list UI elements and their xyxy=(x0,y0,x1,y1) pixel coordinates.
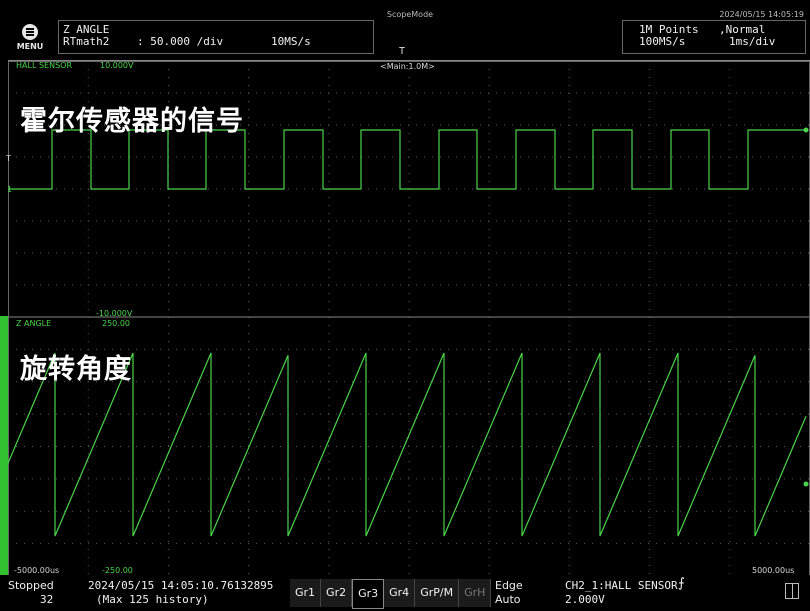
time-per-div: 1ms/div xyxy=(729,35,776,48)
history-max: (Max 125 history) xyxy=(96,593,209,606)
run-state[interactable]: Stopped xyxy=(8,579,54,592)
channel-info-box[interactable]: Z ANGLE RTmath2 : 50.000 /div 10MS/s xyxy=(58,20,374,54)
ch2-selected-bar[interactable] xyxy=(0,316,8,575)
tab-grh[interactable]: GrH xyxy=(459,579,492,607)
trigger-source[interactable]: CH2_1:HALL SENSOR xyxy=(565,579,678,592)
trigger-level[interactable]: 2.000V xyxy=(565,593,605,606)
history-timestamp[interactable]: 2024/05/15 14:05:10.76132895 xyxy=(88,579,273,592)
ch1-overlay-title: 霍尔传感器的信号 xyxy=(20,106,244,137)
ch2-name-label: Z ANGLE xyxy=(16,319,52,328)
menu-icon xyxy=(22,24,38,40)
tab-grpm[interactable]: GrP/M xyxy=(415,579,460,607)
scope-mode-label: ScopeMode xyxy=(386,10,434,19)
channel-vdiv: : 50.000 /div xyxy=(137,35,224,48)
ch2-top-value: 250.00 xyxy=(102,319,130,328)
ch2-end-marker xyxy=(803,481,809,487)
side-panel-icon[interactable] xyxy=(785,583,799,599)
ch1-trigger-level-marker[interactable]: T xyxy=(6,154,11,163)
channel-source: RTmath2 xyxy=(63,35,110,48)
acquisition-info-box[interactable]: 1M Points ,Normal 100MS/s 1ms/div xyxy=(622,20,806,54)
trigger-type[interactable]: Edge xyxy=(495,579,523,592)
menu-button[interactable]: MENU xyxy=(10,22,50,58)
sample-rate: 100MS/s xyxy=(639,35,686,48)
ch2-overlay-title: 旋转角度 xyxy=(20,354,132,385)
waveform-area[interactable]: HALL SENSOR 10.000V <Main:1.0M> -10.000V… xyxy=(6,60,810,576)
left-time-label: -5000.00us xyxy=(14,566,60,575)
acquisition-count: 32 xyxy=(40,593,54,606)
datetime-display: 2024/05/15 14:05:19 xyxy=(719,10,804,19)
tab-gr4[interactable]: Gr4 xyxy=(384,579,416,607)
right-time-label: 5000.00us xyxy=(752,566,795,575)
tab-gr3[interactable]: Gr3 xyxy=(352,579,385,609)
status-bar: Stopped 32 2024/05/15 14:05:10.76132895 … xyxy=(0,575,810,611)
ch2-bottom-value: -250.00 xyxy=(102,566,133,575)
oscilloscope-screen: ScopeMode 2024/05/15 14:05:19 MENU Z ANG… xyxy=(0,0,810,611)
group-tabs: Gr1 Gr2 Gr3 Gr4 GrP/M GrH xyxy=(290,579,492,609)
top-bar: ScopeMode 2024/05/15 14:05:19 MENU Z ANG… xyxy=(0,0,810,60)
ch1-top-value: 10.000V xyxy=(100,61,134,70)
menu-label: MENU xyxy=(16,42,44,51)
trigger-mode[interactable]: Auto xyxy=(495,593,521,606)
ch1-end-marker xyxy=(803,127,809,133)
channel-sample-rate: 10MS/s xyxy=(271,35,311,48)
trigger-position-marker[interactable]: T xyxy=(399,46,405,57)
tab-gr2[interactable]: Gr2 xyxy=(321,579,353,607)
main-zoom-label: <Main:1.0M> xyxy=(380,62,435,71)
rising-edge-icon: ⨍ xyxy=(678,576,685,591)
ch1-name-label: HALL SENSOR xyxy=(16,61,72,70)
ch1-bottom-value: -10.000V xyxy=(96,309,133,318)
tab-gr1[interactable]: Gr1 xyxy=(290,579,322,607)
hall-sensor-trace xyxy=(8,129,806,190)
ch1-zero-marker[interactable]: 1 xyxy=(7,185,12,194)
